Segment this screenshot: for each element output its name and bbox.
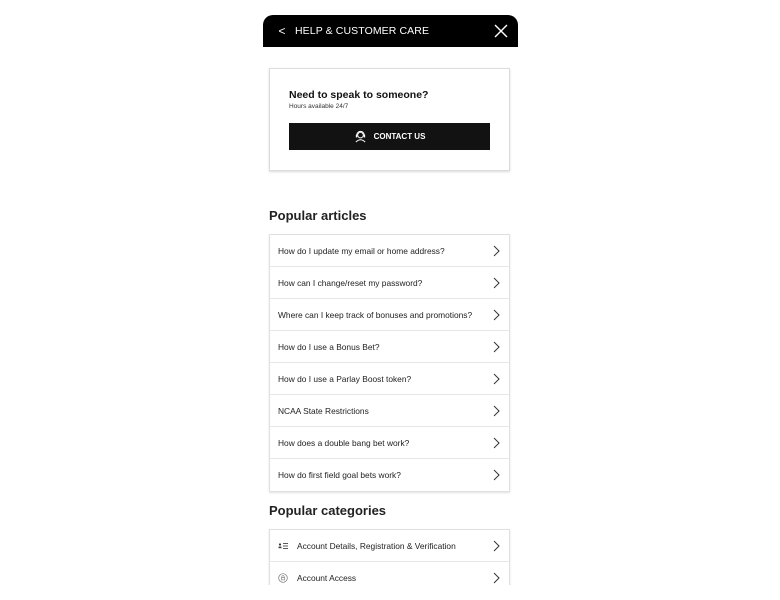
- chevron-right-icon: [493, 405, 500, 416]
- contact-card: Need to speak to someone? Hours availabl…: [269, 68, 510, 171]
- article-item[interactable]: How do I use a Bonus Bet?: [270, 331, 509, 363]
- category-item[interactable]: Account Details, Registration & Verifica…: [270, 530, 509, 562]
- chevron-right-icon: [493, 277, 500, 288]
- article-item[interactable]: How does a double bang bet work?: [270, 427, 509, 459]
- article-label: How do I update my email or home address…: [278, 245, 445, 256]
- close-icon: [494, 24, 508, 38]
- article-item[interactable]: Where can I keep track of bonuses and pr…: [270, 299, 509, 331]
- chevron-right-icon: [493, 309, 500, 320]
- chevron-right-icon: [493, 437, 500, 448]
- chevron-right-icon: [493, 373, 500, 384]
- chevron-right-icon: [493, 341, 500, 352]
- popular-categories-title: Popular categories: [269, 503, 387, 518]
- close-button[interactable]: [490, 20, 512, 42]
- article-label: How does a double bang bet work?: [278, 437, 410, 448]
- contact-us-button[interactable]: CONTACT US: [289, 123, 490, 150]
- article-label: Where can I keep track of bonuses and pr…: [278, 309, 473, 320]
- article-label: How do I use a Parlay Boost token?: [278, 373, 412, 384]
- lock-circle-icon: [278, 573, 290, 583]
- article-label: How can I change/reset my password?: [278, 277, 423, 288]
- help-header: < HELP & CUSTOMER CARE: [263, 15, 518, 47]
- back-button[interactable]: <: [271, 15, 293, 47]
- article-item[interactable]: How do I use a Parlay Boost token?: [270, 363, 509, 395]
- article-label: How do I use a Bonus Bet?: [278, 341, 380, 352]
- contact-us-label: CONTACT US: [373, 132, 426, 141]
- chevron-left-icon: <: [278, 24, 286, 38]
- article-label: NCAA State Restrictions: [278, 405, 369, 416]
- chevron-right-icon: [493, 245, 500, 256]
- article-item[interactable]: How can I change/reset my password?: [270, 267, 509, 299]
- category-label: Account Access: [297, 573, 357, 583]
- article-item[interactable]: How do first field goal bets work?: [270, 459, 509, 491]
- article-item[interactable]: NCAA State Restrictions: [270, 395, 509, 427]
- popular-articles-list: How do I update my email or home address…: [269, 234, 510, 492]
- article-label: How do first field goal bets work?: [278, 470, 401, 480]
- headset-icon: [355, 130, 366, 143]
- contact-card-subtitle: Hours available 24/7: [289, 103, 349, 110]
- header-title: HELP & CUSTOMER CARE: [295, 25, 430, 37]
- popular-articles-title: Popular articles: [269, 208, 367, 223]
- category-label: Account Details, Registration & Verifica…: [297, 540, 456, 551]
- chevron-right-icon: [493, 572, 500, 584]
- chevron-right-icon: [493, 469, 500, 481]
- article-item[interactable]: How do I update my email or home address…: [270, 235, 509, 267]
- category-item[interactable]: Account Access: [270, 562, 509, 585]
- help-panel: < HELP & CUSTOMER CARE Need to speak to …: [263, 15, 518, 585]
- id-card-icon: [278, 542, 290, 550]
- chevron-right-icon: [493, 540, 500, 551]
- popular-categories-list: Account Details, Registration & Verifica…: [269, 529, 510, 585]
- contact-card-title: Need to speak to someone?: [289, 89, 429, 101]
